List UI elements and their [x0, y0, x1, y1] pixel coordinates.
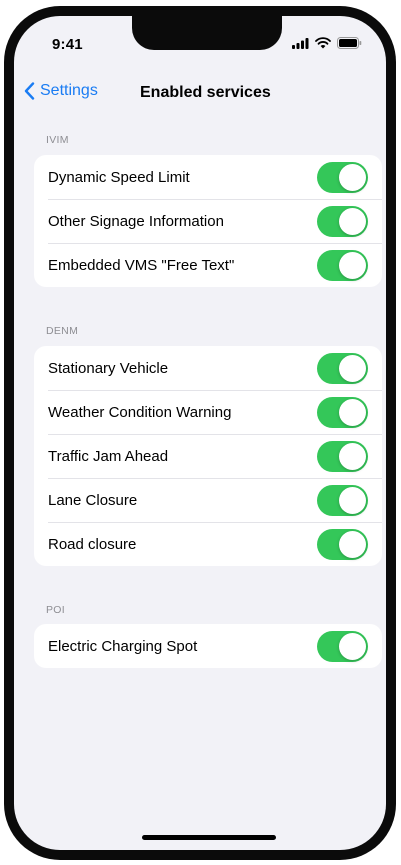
- toggle-traffic-jam-ahead[interactable]: [317, 441, 368, 472]
- list-item: Lane Closure: [34, 478, 382, 522]
- toggle-road-closure[interactable]: [317, 529, 368, 560]
- page-title: Enabled services: [140, 84, 271, 101]
- chevron-left-icon: [24, 82, 35, 100]
- toggle-knob: [339, 487, 366, 514]
- toggle-other-signage-information[interactable]: [317, 206, 368, 237]
- list-item: Electric Charging Spot: [34, 624, 382, 668]
- group-denm: Stationary Vehicle Weather Condition War…: [34, 346, 382, 566]
- list-item: Dynamic Speed Limit: [34, 155, 382, 199]
- row-label: Lane Closure: [48, 491, 138, 509]
- list-item: Stationary Vehicle: [34, 346, 382, 390]
- row-label: Road closure: [48, 535, 137, 553]
- back-button[interactable]: Settings: [24, 82, 98, 100]
- toggle-weather-condition-warning[interactable]: [317, 397, 368, 428]
- toggle-knob: [339, 355, 366, 382]
- back-label: Settings: [40, 82, 98, 99]
- toggle-embedded-vms-free-text[interactable]: [317, 250, 368, 281]
- row-label: Electric Charging Spot: [48, 637, 198, 655]
- section-header-ivim: IVIM: [46, 134, 69, 146]
- list-item: Weather Condition Warning: [34, 390, 382, 434]
- toggle-knob: [339, 531, 366, 558]
- toggle-knob: [339, 633, 366, 660]
- list-item: Road closure: [34, 522, 382, 566]
- group-poi: Electric Charging Spot: [34, 624, 382, 668]
- row-label: Dynamic Speed Limit: [48, 168, 190, 186]
- screen: 9:41 Settings Enabled services IVIM Dyna…: [14, 16, 386, 850]
- list-item: Other Signage Information: [34, 199, 382, 243]
- toggle-stationary-vehicle[interactable]: [317, 353, 368, 384]
- toggle-knob: [339, 399, 366, 426]
- toggle-knob: [339, 208, 366, 235]
- row-label: Embedded VMS "Free Text": [48, 256, 235, 274]
- row-label: Traffic Jam Ahead: [48, 447, 169, 465]
- row-label: Weather Condition Warning: [48, 403, 232, 421]
- signal-icon: [292, 36, 309, 54]
- row-label: Stationary Vehicle: [48, 359, 169, 377]
- row-label: Other Signage Information: [48, 212, 224, 230]
- list-item: Traffic Jam Ahead: [34, 434, 382, 478]
- status-icons: [292, 36, 362, 54]
- section-header-denm: DENM: [46, 325, 79, 337]
- phone-frame: 9:41 Settings Enabled services IVIM Dyna…: [4, 6, 396, 860]
- toggle-knob: [339, 164, 366, 191]
- group-ivim: Dynamic Speed Limit Other Signage Inform…: [34, 155, 382, 287]
- section-header-poi: POI: [46, 604, 65, 616]
- toggle-knob: [339, 443, 366, 470]
- toggle-dynamic-speed-limit[interactable]: [317, 162, 368, 193]
- toggle-electric-charging-spot[interactable]: [317, 631, 368, 662]
- home-indicator[interactable]: [142, 835, 276, 840]
- navigation-bar: Settings Enabled services: [14, 82, 386, 106]
- toggle-lane-closure[interactable]: [317, 485, 368, 516]
- battery-icon: [337, 36, 362, 54]
- wifi-icon: [315, 36, 331, 54]
- notch: [132, 16, 282, 50]
- status-time: 9:41: [52, 36, 83, 53]
- list-item: Embedded VMS "Free Text": [34, 243, 382, 287]
- toggle-knob: [339, 252, 366, 279]
